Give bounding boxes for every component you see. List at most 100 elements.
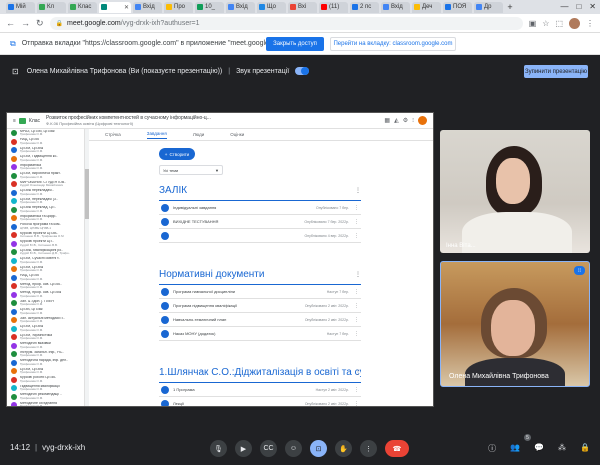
browser-tab[interactable]: ПОЯ [443, 1, 472, 13]
classwork-item[interactable]: Опубліковано 4 вер. 2022р. ⋮ [159, 229, 361, 243]
browser-tab[interactable]: 2 пс [350, 1, 379, 13]
chat-icon[interactable]: 💬 [534, 443, 544, 454]
meeting-details-icon[interactable]: ⓘ [488, 443, 496, 454]
menu-dots-icon[interactable]: ⋮ [586, 19, 594, 28]
classwork-item[interactable]: Програма навчальної дисципліни Наступ 7 б… [159, 285, 361, 299]
settings-icon[interactable]: ⚙ [403, 117, 408, 124]
camera-icon[interactable]: ▶ [235, 440, 252, 457]
item-more-icon[interactable]: ⋮ [354, 317, 359, 323]
profile-avatar[interactable] [569, 17, 580, 29]
classwork-item[interactable]: Лекції Опубліковано 2 квіт. 2022р. ⋮ [159, 397, 361, 406]
class-list-item[interactable]: Зал. & Здоп. ]. ПЛЕН Трифонова О.М. [7, 299, 84, 308]
class-list-item[interactable]: НАД, ЦПЗВ Трифонова О.М. [7, 274, 84, 283]
raise-hand-icon[interactable]: ✋ [335, 440, 352, 457]
classroom-tab[interactable]: Люди [193, 132, 204, 137]
back-icon[interactable]: ← [6, 18, 15, 28]
class-list-item[interactable]: ЦПЗВ, ЦПЗВк Трифонова О.М. [7, 308, 84, 317]
people-icon[interactable]: 👥 [510, 443, 520, 454]
class-list-item[interactable]: Інформатика та цифр.. Трифонова О.М. [7, 214, 84, 223]
presentation-audio-toggle[interactable] [295, 67, 310, 75]
close-window-icon[interactable]: ✕ [589, 2, 596, 11]
class-list-item[interactable]: МРАЗ, ЦПЗМ, ЦПЗВк Трифонова О.М. [7, 129, 84, 138]
more-options-icon[interactable]: ⋮ [360, 440, 377, 457]
browser-tab[interactable]: Мій [6, 1, 35, 13]
camera-permission-icon[interactable]: ▣ [529, 19, 537, 28]
browser-tab[interactable]: Що [257, 1, 286, 13]
classwork-item[interactable]: Наказ МОНУ (додаток) Наступ 7 бер. ⋮ [159, 327, 361, 341]
classroom-avatar[interactable] [418, 116, 427, 125]
new-tab-icon[interactable]: + [505, 2, 515, 12]
browser-tab[interactable]: Др [474, 1, 503, 13]
class-list-item[interactable]: Курсові проекти ЦПЗВ.. Ситненко В.В., Три… [7, 231, 84, 240]
calendar-icon[interactable]: ▦ [384, 117, 390, 124]
class-list-item[interactable]: ЦПЗМ, Виробнича практ.. Трифонова О.М. [7, 172, 84, 181]
class-list-item[interactable]: Інструм. загальн. інф., НС.. Трифонова О.… [7, 350, 84, 359]
class-list-item[interactable]: Методична нарада, інф. дел.. Трифонова О.… [7, 359, 84, 368]
class-list-item[interactable]: ЦПЗМ, ЦПЗВк Трифонова О.М. [7, 367, 84, 376]
classwork-item[interactable]: ВИХІДНЕ ТЕСТУВАННЯ Опубліковано 7 бер. 20… [159, 215, 361, 229]
browser-tab[interactable]: Деч [412, 1, 441, 13]
present-now-icon[interactable]: ⊡ [310, 440, 327, 457]
class-list-item[interactable]: Методичні вказівки Трифонова О.М. [7, 342, 84, 351]
hamburger-icon[interactable]: ≡ [13, 118, 16, 124]
host-controls-icon[interactable]: 🔒 [580, 443, 590, 454]
classroom-tab[interactable]: Завдання [146, 131, 167, 139]
class-list-item[interactable]: ЦПЗМ, Підвищення ко.. Трифонова О.М. [7, 155, 84, 164]
browser-tab[interactable]: Клас [68, 1, 97, 13]
browser-tab[interactable]: 10_ [195, 1, 224, 13]
reload-icon[interactable]: ↻ [36, 18, 44, 29]
classwork-item[interactable]: Навчально-тематичний план Опубліковано 2 … [159, 313, 361, 327]
browser-tab[interactable]: Про [164, 1, 193, 13]
hang-up-icon[interactable]: ☎ [385, 440, 409, 457]
self-video-tile[interactable]: ⁞⁞ Олена Михайлівна Трифонова [440, 261, 590, 387]
bookmark-star-icon[interactable]: ☆ [542, 19, 549, 28]
apps-icon[interactable]: ⁝ [412, 117, 414, 124]
item-more-icon[interactable]: ⋮ [354, 205, 359, 211]
classwork-item[interactable]: Програма підвищення кваліфікації Опубліко… [159, 299, 361, 313]
browser-tab[interactable]: Вхід [226, 1, 255, 13]
class-list-item[interactable]: ЦПЗМ, ЦПЗВк Трифонова О.М. [7, 146, 84, 155]
browser-tab[interactable]: ✕ [99, 1, 131, 13]
classroom-tab[interactable]: Оцінки [230, 132, 244, 137]
class-list-item[interactable]: МИРОВАНИЕ СТУДЕНТОВ.. Кудрій Олександр Ми… [7, 180, 84, 189]
class-list-item[interactable]: ЦПЗВк переклад, ЦП.. Трифонова О.М. [7, 206, 84, 215]
item-more-icon[interactable]: ⋮ [354, 387, 359, 393]
browser-tab[interactable]: (11) [319, 1, 348, 13]
class-list-item[interactable]: Курсові роботи ЦПЗВ- Трифонова О.М. [7, 376, 84, 385]
microphone-icon[interactable]: 🎙 [210, 440, 227, 457]
topic-more-icon[interactable]: ⋮ [355, 369, 361, 376]
address-bar[interactable]: 🔒 meet.google.com/vyg-drxk-ixh?authuser=… [49, 16, 523, 30]
class-list-item[interactable]: Методичні рекомендації .. Трифонова О.М. [7, 393, 84, 402]
create-button[interactable]: + Створити [159, 148, 195, 160]
stop-presenting-button[interactable]: Зупинити презентацію [524, 65, 588, 78]
item-more-icon[interactable]: ⋮ [354, 289, 359, 295]
drive-icon[interactable]: ◭ [394, 117, 399, 124]
class-list-item[interactable]: ЦПЗМ, Сучасні освітні т.. Трифонова О.М. [7, 257, 84, 266]
class-list-item[interactable]: ЦПЗМ, ЦПЗВк Трифонова О.М. [7, 325, 84, 334]
emoji-reaction-icon[interactable]: ☺ [285, 440, 302, 457]
class-list-item[interactable]: Підвищення кваліфікації Трифонова О.М. [7, 384, 84, 393]
topic-select[interactable]: Усі теми ▼ [159, 165, 223, 175]
class-list-item[interactable]: НАД, ЦПЗВ Трифонова О.М. [7, 138, 84, 147]
class-list-item[interactable]: Курсові проекти ЦП.. Кудрій Ю.В., Ситненк… [7, 240, 84, 249]
extensions-icon[interactable]: ⬚ [555, 19, 563, 28]
browser-tab[interactable]: Вхі [288, 1, 317, 13]
stop-sharing-button[interactable]: Закрыть доступ [266, 37, 324, 51]
item-more-icon[interactable]: ⋮ [354, 233, 359, 239]
browser-tab[interactable]: Кл [37, 1, 66, 13]
topic-more-icon[interactable]: ⋮ [355, 271, 361, 278]
maximize-icon[interactable]: □ [576, 2, 581, 11]
class-list-item[interactable]: ЦПЗМ, Україністика Трифонова О.М. [7, 333, 84, 342]
forward-icon[interactable]: → [21, 18, 30, 28]
class-list-item[interactable]: Робоча програма та ком.. ЦПЗВ, ЦПЗВк ЦПЗВ… [7, 223, 84, 232]
item-more-icon[interactable]: ⋮ [354, 303, 359, 309]
minimize-icon[interactable]: — [560, 2, 568, 11]
classwork-item[interactable]: 1 Програма Наступ 2 квіт. 2022р. ⋮ [159, 383, 361, 397]
class-list-item[interactable]: Методичне об'єднання Трифонова О.М. [7, 401, 84, 406]
class-list-item[interactable]: Інформатика Трифонова О.М. [7, 163, 84, 172]
browser-tab[interactable]: Вхід [133, 1, 162, 13]
activities-icon[interactable]: ⁂ [558, 443, 566, 454]
classroom-tab[interactable]: Стрічка [105, 132, 121, 137]
classwork-item[interactable]: Індивідуальні завдання Опубліковано 7 бер… [159, 201, 361, 215]
item-more-icon[interactable]: ⋮ [354, 219, 359, 225]
